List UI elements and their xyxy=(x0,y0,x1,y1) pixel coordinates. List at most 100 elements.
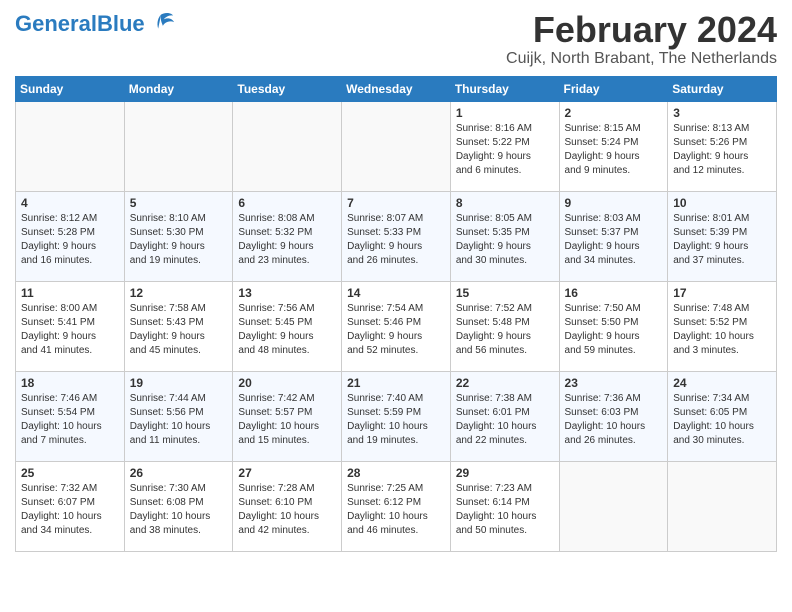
day-info: Sunrise: 8:01 AM Sunset: 5:39 PM Dayligh… xyxy=(673,212,771,268)
day-number: 16 xyxy=(565,286,663,300)
calendar-cell xyxy=(233,101,342,191)
calendar-cell xyxy=(342,101,451,191)
day-info: Sunrise: 7:34 AM Sunset: 6:05 PM Dayligh… xyxy=(673,392,771,448)
calendar-cell: 12 Sunrise: 7:58 AM Sunset: 5:43 PM Dayli… xyxy=(124,281,233,371)
month-title: February 2024 xyxy=(506,10,777,50)
day-number: 25 xyxy=(21,466,119,480)
logo: GeneralBlue xyxy=(15,10,175,38)
day-info: Sunrise: 7:46 AM Sunset: 5:54 PM Dayligh… xyxy=(21,392,119,448)
calendar-header-saturday: Saturday xyxy=(668,76,777,101)
day-number: 27 xyxy=(238,466,336,480)
day-number: 8 xyxy=(456,196,554,210)
calendar-cell: 13 Sunrise: 7:56 AM Sunset: 5:45 PM Dayli… xyxy=(233,281,342,371)
calendar-header-monday: Monday xyxy=(124,76,233,101)
day-number: 1 xyxy=(456,106,554,120)
day-number: 7 xyxy=(347,196,445,210)
day-number: 17 xyxy=(673,286,771,300)
logo-text: GeneralBlue xyxy=(15,13,145,35)
day-number: 15 xyxy=(456,286,554,300)
day-number: 28 xyxy=(347,466,445,480)
day-info: Sunrise: 8:08 AM Sunset: 5:32 PM Dayligh… xyxy=(238,212,336,268)
day-number: 2 xyxy=(565,106,663,120)
day-number: 6 xyxy=(238,196,336,210)
calendar-cell: 25 Sunrise: 7:32 AM Sunset: 6:07 PM Dayli… xyxy=(16,461,125,551)
day-info: Sunrise: 7:42 AM Sunset: 5:57 PM Dayligh… xyxy=(238,392,336,448)
calendar-cell: 10 Sunrise: 8:01 AM Sunset: 5:39 PM Dayli… xyxy=(668,191,777,281)
calendar-cell: 28 Sunrise: 7:25 AM Sunset: 6:12 PM Dayli… xyxy=(342,461,451,551)
day-number: 10 xyxy=(673,196,771,210)
calendar-table: SundayMondayTuesdayWednesdayThursdayFrid… xyxy=(15,76,777,552)
day-number: 14 xyxy=(347,286,445,300)
day-info: Sunrise: 7:25 AM Sunset: 6:12 PM Dayligh… xyxy=(347,482,445,538)
calendar-header-tuesday: Tuesday xyxy=(233,76,342,101)
calendar-header-thursday: Thursday xyxy=(450,76,559,101)
day-info: Sunrise: 8:12 AM Sunset: 5:28 PM Dayligh… xyxy=(21,212,119,268)
day-number: 18 xyxy=(21,376,119,390)
calendar-cell: 3 Sunrise: 8:13 AM Sunset: 5:26 PM Daylig… xyxy=(668,101,777,191)
day-info: Sunrise: 7:48 AM Sunset: 5:52 PM Dayligh… xyxy=(673,302,771,358)
day-info: Sunrise: 7:58 AM Sunset: 5:43 PM Dayligh… xyxy=(130,302,228,358)
day-info: Sunrise: 7:38 AM Sunset: 6:01 PM Dayligh… xyxy=(456,392,554,448)
day-info: Sunrise: 8:13 AM Sunset: 5:26 PM Dayligh… xyxy=(673,122,771,178)
day-number: 23 xyxy=(565,376,663,390)
calendar-cell: 18 Sunrise: 7:46 AM Sunset: 5:54 PM Dayli… xyxy=(16,371,125,461)
day-info: Sunrise: 7:30 AM Sunset: 6:08 PM Dayligh… xyxy=(130,482,228,538)
day-info: Sunrise: 8:10 AM Sunset: 5:30 PM Dayligh… xyxy=(130,212,228,268)
calendar-cell: 21 Sunrise: 7:40 AM Sunset: 5:59 PM Dayli… xyxy=(342,371,451,461)
day-info: Sunrise: 7:44 AM Sunset: 5:56 PM Dayligh… xyxy=(130,392,228,448)
day-number: 21 xyxy=(347,376,445,390)
logo-bird-icon xyxy=(147,10,175,38)
day-info: Sunrise: 7:32 AM Sunset: 6:07 PM Dayligh… xyxy=(21,482,119,538)
calendar-week-1: 1 Sunrise: 8:16 AM Sunset: 5:22 PM Daylig… xyxy=(16,101,777,191)
calendar-week-5: 25 Sunrise: 7:32 AM Sunset: 6:07 PM Dayli… xyxy=(16,461,777,551)
day-info: Sunrise: 8:00 AM Sunset: 5:41 PM Dayligh… xyxy=(21,302,119,358)
day-info: Sunrise: 8:15 AM Sunset: 5:24 PM Dayligh… xyxy=(565,122,663,178)
calendar-cell: 5 Sunrise: 8:10 AM Sunset: 5:30 PM Daylig… xyxy=(124,191,233,281)
calendar-header-friday: Friday xyxy=(559,76,668,101)
day-number: 22 xyxy=(456,376,554,390)
header: GeneralBlue February 2024 Cuijk, North B… xyxy=(15,10,777,68)
calendar-cell: 9Sunrise: 8:03 AM Sunset: 5:37 PM Daylig… xyxy=(559,191,668,281)
day-number: 29 xyxy=(456,466,554,480)
calendar-cell: 15 Sunrise: 7:52 AM Sunset: 5:48 PM Dayli… xyxy=(450,281,559,371)
calendar-cell: 1 Sunrise: 8:16 AM Sunset: 5:22 PM Daylig… xyxy=(450,101,559,191)
calendar-cell: 11 Sunrise: 8:00 AM Sunset: 5:41 PM Dayli… xyxy=(16,281,125,371)
calendar-cell: 17 Sunrise: 7:48 AM Sunset: 5:52 PM Dayli… xyxy=(668,281,777,371)
calendar-cell: 7Sunrise: 8:07 AM Sunset: 5:33 PM Daylig… xyxy=(342,191,451,281)
location-title: Cuijk, North Brabant, The Netherlands xyxy=(506,50,777,68)
day-number: 12 xyxy=(130,286,228,300)
title-area: February 2024 Cuijk, North Brabant, The … xyxy=(506,10,777,68)
day-info: Sunrise: 7:40 AM Sunset: 5:59 PM Dayligh… xyxy=(347,392,445,448)
day-number: 5 xyxy=(130,196,228,210)
calendar-cell: 8 Sunrise: 8:05 AM Sunset: 5:35 PM Daylig… xyxy=(450,191,559,281)
day-info: Sunrise: 8:16 AM Sunset: 5:22 PM Dayligh… xyxy=(456,122,554,178)
day-number: 9 xyxy=(565,196,663,210)
day-number: 11 xyxy=(21,286,119,300)
day-number: 20 xyxy=(238,376,336,390)
calendar-cell: 19 Sunrise: 7:44 AM Sunset: 5:56 PM Dayli… xyxy=(124,371,233,461)
calendar-header-wednesday: Wednesday xyxy=(342,76,451,101)
calendar-cell: 22 Sunrise: 7:38 AM Sunset: 6:01 PM Dayli… xyxy=(450,371,559,461)
calendar-week-2: 4 Sunrise: 8:12 AM Sunset: 5:28 PM Daylig… xyxy=(16,191,777,281)
day-info: Sunrise: 7:23 AM Sunset: 6:14 PM Dayligh… xyxy=(456,482,554,538)
day-number: 19 xyxy=(130,376,228,390)
day-info: Sunrise: 8:05 AM Sunset: 5:35 PM Dayligh… xyxy=(456,212,554,268)
day-info: Sunrise: 7:56 AM Sunset: 5:45 PM Dayligh… xyxy=(238,302,336,358)
day-number: 3 xyxy=(673,106,771,120)
day-info: Sunrise: 7:50 AM Sunset: 5:50 PM Dayligh… xyxy=(565,302,663,358)
calendar-cell: 20 Sunrise: 7:42 AM Sunset: 5:57 PM Dayli… xyxy=(233,371,342,461)
calendar-cell: 2 Sunrise: 8:15 AM Sunset: 5:24 PM Daylig… xyxy=(559,101,668,191)
day-number: 24 xyxy=(673,376,771,390)
calendar-week-3: 11 Sunrise: 8:00 AM Sunset: 5:41 PM Dayli… xyxy=(16,281,777,371)
calendar-body: 1 Sunrise: 8:16 AM Sunset: 5:22 PM Daylig… xyxy=(16,101,777,551)
calendar-cell xyxy=(124,101,233,191)
calendar-week-4: 18 Sunrise: 7:46 AM Sunset: 5:54 PM Dayli… xyxy=(16,371,777,461)
calendar-cell: 16 Sunrise: 7:50 AM Sunset: 5:50 PM Dayli… xyxy=(559,281,668,371)
day-info: Sunrise: 7:52 AM Sunset: 5:48 PM Dayligh… xyxy=(456,302,554,358)
calendar-cell: 27Sunrise: 7:28 AM Sunset: 6:10 PM Dayli… xyxy=(233,461,342,551)
day-number: 13 xyxy=(238,286,336,300)
calendar-cell: 23 Sunrise: 7:36 AM Sunset: 6:03 PM Dayli… xyxy=(559,371,668,461)
day-number: 4 xyxy=(21,196,119,210)
day-info: Sunrise: 7:36 AM Sunset: 6:03 PM Dayligh… xyxy=(565,392,663,448)
calendar-header-sunday: Sunday xyxy=(16,76,125,101)
